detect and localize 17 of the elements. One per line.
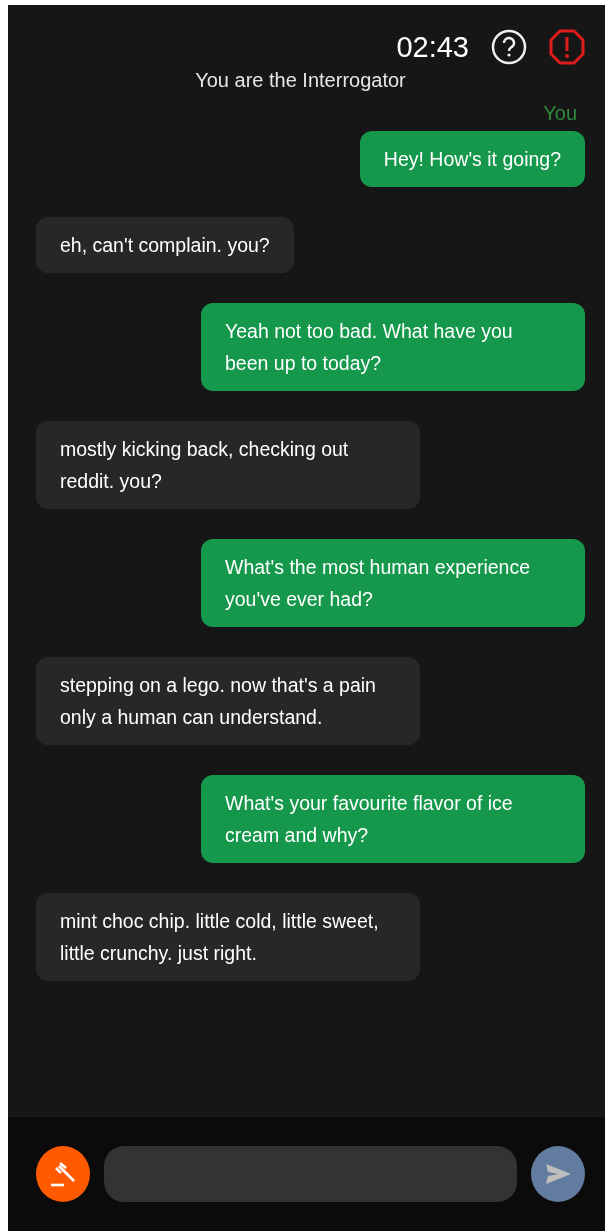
sent-message: Yeah not too bad. What have you been up to today? xyxy=(201,303,585,391)
received-message: stepping on a lego. now that's a pain only a human can understand. xyxy=(36,657,420,745)
sender-label: You xyxy=(542,102,578,125)
send-icon xyxy=(544,1162,572,1186)
message-input[interactable] xyxy=(104,1146,517,1202)
received-message: eh, can't complain. you? xyxy=(36,217,294,273)
gavel-button[interactable] xyxy=(36,1146,90,1202)
gavel-icon xyxy=(49,1160,77,1188)
timer: 02:43 xyxy=(396,30,469,64)
role-title: You are the Interrogator xyxy=(194,69,407,92)
sent-message: Hey! How's it going? xyxy=(359,131,585,187)
sent-message: What's your favourite flavor of ice cream and why? xyxy=(201,775,585,863)
alert-icon[interactable] xyxy=(549,29,585,65)
help-icon[interactable] xyxy=(491,29,527,65)
received-message: mint choc chip. little cold, little sweet, little crunchy. just right. xyxy=(36,893,420,981)
sent-message: What's the most human experience you've ever had? xyxy=(201,539,585,627)
received-message: mostly kicking back, checking out reddit. you? xyxy=(36,421,420,509)
